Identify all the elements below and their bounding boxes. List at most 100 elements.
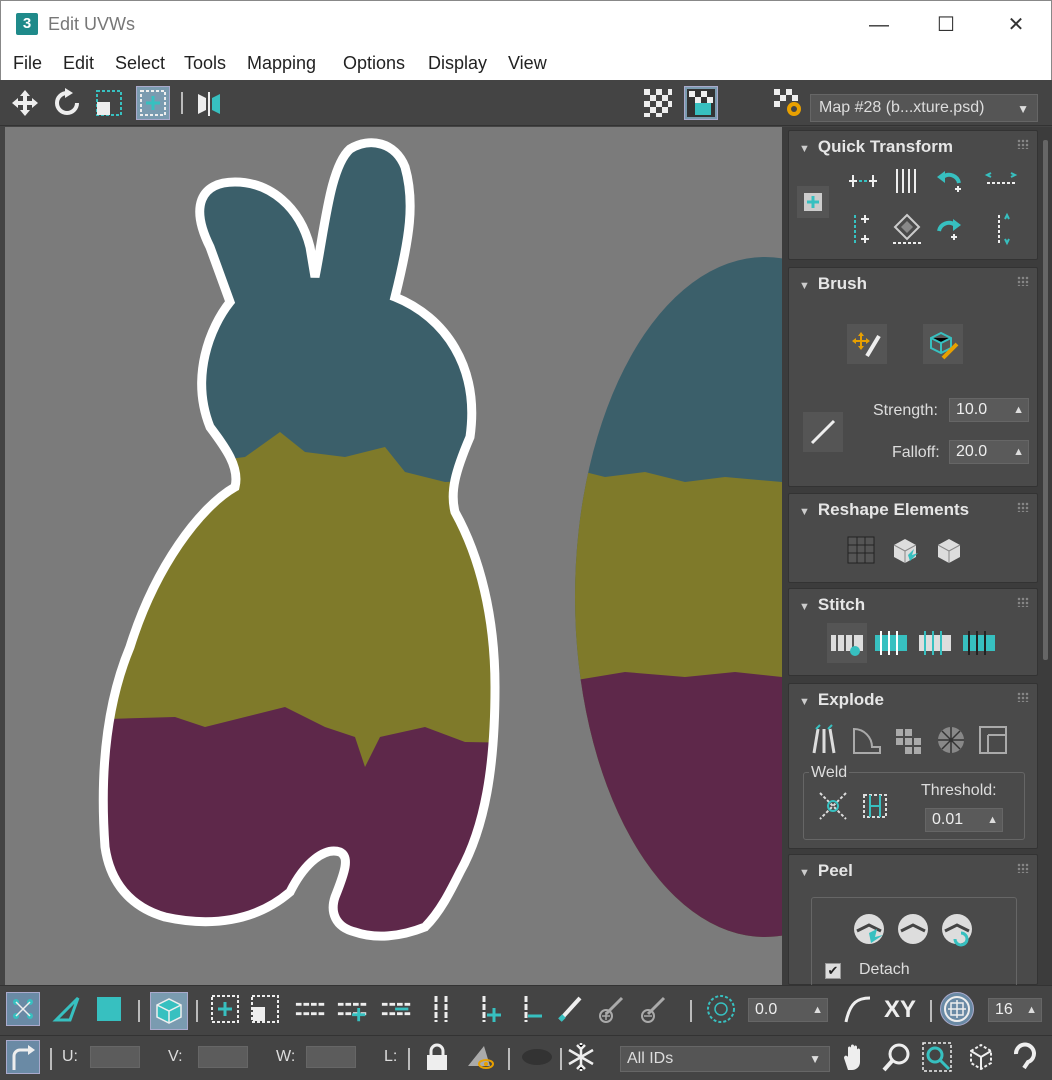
grip-icon[interactable] bbox=[1017, 276, 1029, 286]
rotate-icon[interactable] bbox=[50, 86, 84, 120]
polygon-mode-icon[interactable] bbox=[92, 992, 126, 1026]
strength-spinner[interactable]: 10.0 ▲ bbox=[949, 398, 1029, 422]
align-v-center-icon[interactable] bbox=[981, 209, 1021, 249]
stitch-to-average-icon[interactable] bbox=[915, 623, 955, 663]
flatten-by-smoothing-icon[interactable] bbox=[889, 720, 929, 760]
texture-settings-icon[interactable] bbox=[771, 86, 805, 120]
reshape-elements-header[interactable]: ▼ Reshape Elements bbox=[799, 500, 969, 520]
xy-axis-toggle[interactable]: XY bbox=[884, 996, 916, 1024]
menu-display[interactable]: Display bbox=[428, 53, 487, 74]
grip-icon[interactable] bbox=[1017, 597, 1029, 607]
menu-tools[interactable]: Tools bbox=[184, 53, 226, 74]
minimize-button[interactable]: — bbox=[864, 11, 894, 39]
w-coordinate-field[interactable] bbox=[306, 1046, 356, 1068]
absolute-relative-icon[interactable] bbox=[6, 1040, 40, 1074]
stitch-header[interactable]: ▼ Stitch bbox=[799, 595, 865, 615]
detach-checkbox[interactable]: ✔ bbox=[825, 963, 841, 979]
u-coordinate-field[interactable] bbox=[90, 1046, 140, 1068]
uv-editor-viewport[interactable] bbox=[5, 127, 782, 985]
straighten-icon[interactable] bbox=[841, 530, 881, 570]
menu-select[interactable]: Select bbox=[115, 53, 165, 74]
map-select-dropdown[interactable]: Map #28 (b...xture.psd) ▼ bbox=[810, 94, 1038, 122]
loop-select-icon[interactable] bbox=[294, 992, 328, 1026]
uv-canvas[interactable] bbox=[5, 127, 782, 985]
explode-header[interactable]: ▼ Explode bbox=[799, 690, 884, 710]
relax-brush-icon[interactable] bbox=[923, 324, 963, 364]
freeze-icon[interactable] bbox=[564, 1040, 598, 1074]
shrink-selection-icon[interactable] bbox=[248, 992, 282, 1026]
grip-icon[interactable] bbox=[1017, 863, 1029, 873]
align-h-center-icon[interactable] bbox=[981, 161, 1021, 201]
mirror-icon[interactable] bbox=[192, 86, 226, 120]
spinner-arrows-icon[interactable]: ▲ bbox=[812, 999, 823, 1021]
falloff-type-icon[interactable] bbox=[803, 412, 843, 452]
transform-mode-icon[interactable] bbox=[797, 186, 829, 218]
soft-selection-icon[interactable] bbox=[704, 992, 738, 1026]
space-horizontal-icon[interactable] bbox=[887, 209, 927, 249]
lock-icon[interactable] bbox=[420, 1040, 454, 1074]
quick-transform-header[interactable]: ▼ Quick Transform bbox=[799, 137, 953, 157]
paint-move-brush-icon[interactable] bbox=[847, 324, 887, 364]
reset-peel-icon[interactable] bbox=[937, 909, 977, 949]
space-vertical-icon[interactable] bbox=[887, 161, 927, 201]
grip-icon[interactable] bbox=[1017, 692, 1029, 702]
ring-grow-icon[interactable] bbox=[472, 992, 506, 1026]
panel-scrollbar[interactable] bbox=[1043, 140, 1048, 660]
paint-shrink-icon[interactable] bbox=[636, 992, 670, 1026]
help-question-icon[interactable] bbox=[1008, 1040, 1042, 1074]
ring-select-icon[interactable] bbox=[424, 992, 458, 1026]
loop-shrink-icon[interactable] bbox=[380, 992, 414, 1026]
menu-edit[interactable]: Edit bbox=[63, 53, 94, 74]
rotate-ccw-icon[interactable] bbox=[929, 161, 969, 201]
flatten-by-angle-icon[interactable] bbox=[847, 720, 887, 760]
ring-shrink-icon[interactable] bbox=[514, 992, 548, 1026]
show-map-icon[interactable] bbox=[684, 86, 718, 120]
hide-icon[interactable] bbox=[462, 1040, 496, 1074]
break-icon[interactable] bbox=[805, 720, 845, 760]
flatten-by-material-icon[interactable] bbox=[931, 720, 971, 760]
paint-select-icon[interactable] bbox=[554, 992, 588, 1026]
threshold-spinner[interactable]: 0.01 ▲ bbox=[925, 808, 1003, 832]
stitch-to-source-icon[interactable] bbox=[959, 623, 999, 663]
spinner-arrows-icon[interactable]: ▲ bbox=[1013, 399, 1024, 421]
show-hidden-icon[interactable] bbox=[520, 1040, 554, 1074]
rectangularize-icon[interactable] bbox=[929, 530, 969, 570]
peel-header[interactable]: ▼ Peel bbox=[799, 861, 853, 881]
material-ids-dropdown[interactable]: All IDs ▼ bbox=[620, 1046, 830, 1072]
menu-file[interactable]: File bbox=[13, 53, 42, 74]
peel-mode-icon[interactable] bbox=[893, 909, 933, 949]
freeform-icon[interactable] bbox=[136, 86, 170, 120]
spinner-arrows-icon[interactable]: ▲ bbox=[1026, 999, 1037, 1021]
grip-icon[interactable] bbox=[1017, 139, 1029, 149]
spinner-arrows-icon[interactable]: ▲ bbox=[1013, 441, 1024, 463]
rotate-cw-icon[interactable] bbox=[929, 209, 969, 249]
edge-mode-icon[interactable] bbox=[50, 992, 84, 1026]
scale-icon[interactable] bbox=[92, 86, 126, 120]
grip-icon[interactable] bbox=[1017, 502, 1029, 512]
weld-target-icon[interactable] bbox=[855, 786, 895, 826]
flatten-by-polygon-icon[interactable] bbox=[973, 720, 1013, 760]
quick-peel-icon[interactable] bbox=[849, 909, 889, 949]
grow-selection-icon[interactable] bbox=[208, 992, 242, 1026]
falloff-spinner[interactable]: 20.0 ▲ bbox=[949, 440, 1029, 464]
angle-spinner[interactable]: 0.0 ▲ bbox=[748, 998, 828, 1022]
brush-header[interactable]: ▼ Brush bbox=[799, 274, 867, 294]
falloff-curve-icon[interactable] bbox=[840, 992, 874, 1026]
zoom-extents-icon[interactable] bbox=[964, 1040, 998, 1074]
stitch-to-target-icon[interactable] bbox=[871, 623, 911, 663]
maximize-button[interactable]: ☐ bbox=[931, 11, 961, 39]
menu-options[interactable]: Options bbox=[343, 53, 405, 74]
egg-uv-shell[interactable] bbox=[565, 227, 782, 985]
loop-grow-icon[interactable] bbox=[336, 992, 370, 1026]
close-button[interactable]: ✕ bbox=[1001, 11, 1031, 39]
element-mode-icon[interactable] bbox=[150, 992, 188, 1030]
checker-pattern-icon[interactable] bbox=[641, 86, 675, 120]
move-icon[interactable] bbox=[8, 86, 42, 120]
align-vertical-icon[interactable] bbox=[843, 209, 883, 249]
stitch-custom-icon[interactable] bbox=[827, 623, 867, 663]
snap-grid-icon[interactable] bbox=[940, 992, 974, 1026]
weld-selected-icon[interactable] bbox=[813, 786, 853, 826]
menu-mapping[interactable]: Mapping bbox=[247, 53, 316, 74]
grid-size-spinner[interactable]: 16 ▲ bbox=[988, 998, 1042, 1022]
relax-element-icon[interactable] bbox=[885, 530, 925, 570]
